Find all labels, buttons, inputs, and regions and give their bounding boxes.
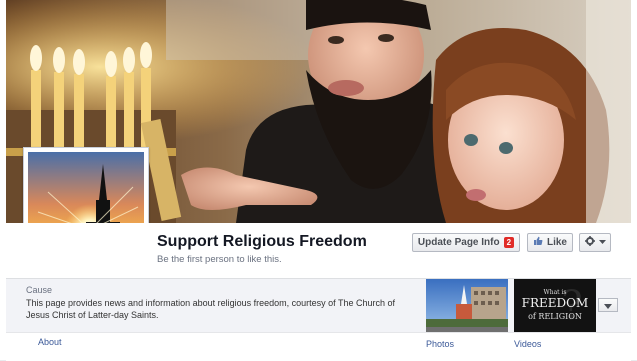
videos-thumbnail[interactable]: ? What is FREEDOM of RELIGION (514, 279, 596, 334)
chevron-down-icon (604, 296, 612, 314)
page-description: This page provides news and information … (26, 298, 396, 320)
like-label: Like (546, 237, 567, 248)
update-page-info-label: Update Page Info (417, 237, 500, 248)
like-button[interactable]: Like (527, 233, 573, 252)
tab-about[interactable]: About (38, 337, 62, 347)
photos-thumbnail[interactable] (426, 279, 508, 334)
update-page-info-button[interactable]: Update Page Info 2 (412, 233, 520, 252)
settings-menu-button[interactable] (579, 233, 611, 252)
notification-badge: 2 (503, 237, 515, 248)
video-thumb-line2: FREEDOM (522, 296, 589, 310)
category-label: Cause (26, 285, 53, 295)
tab-videos[interactable]: Videos (514, 339, 541, 349)
tab-photos[interactable]: Photos (426, 339, 454, 349)
more-apps-button[interactable] (598, 298, 618, 312)
video-thumb-line1: What is (544, 289, 567, 296)
about-panel: Cause This page provides news and inform… (6, 278, 416, 333)
like-count-text: Be the first person to like this. (157, 254, 282, 265)
page-title[interactable]: Support Religious Freedom (157, 233, 367, 251)
page-header: Support Religious Freedom Be the first p… (6, 223, 631, 278)
thumbs-up-icon (533, 236, 543, 249)
caret-down-icon (598, 237, 606, 248)
video-thumb-line3: of RELIGION (528, 312, 582, 321)
facebook-page: Support Religious Freedom Be the first p… (0, 0, 637, 361)
gear-icon (584, 236, 595, 249)
